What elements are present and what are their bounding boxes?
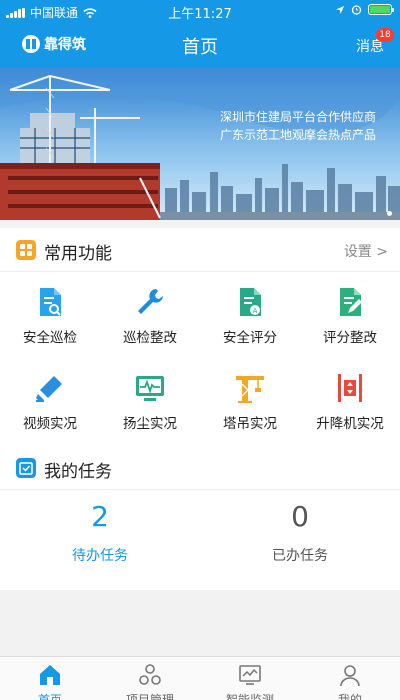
function-safety-score[interactable]: A 安全评分 <box>200 276 300 360</box>
my-tasks-section: 我的任务 2 待办任务 0 已办任务 <box>0 446 400 590</box>
elevator-icon <box>338 374 362 402</box>
function-dust-live[interactable]: 扬尘实况 <box>100 362 200 446</box>
tab-home[interactable]: 首页 <box>0 657 100 700</box>
monitor-wave-icon <box>136 376 164 401</box>
tab-project-management[interactable]: 项目管理 <box>100 657 200 700</box>
function-elevator-live[interactable]: 升降机实况 <box>300 362 400 446</box>
grid-apps-icon <box>16 240 36 260</box>
document-edit-icon <box>340 288 362 316</box>
banner-line-2: 广东示范工地观摩会热点产品 <box>219 128 376 142</box>
function-label: 扬尘实况 <box>123 416 177 432</box>
top-navigation-bar: 靠得筑 首页 消息 18 <box>0 22 400 68</box>
status-right <box>335 4 394 15</box>
pending-label: 待办任务 <box>72 548 128 564</box>
banner-dot-active <box>387 211 392 216</box>
function-video-live[interactable]: 视频实况 <box>0 362 100 446</box>
tab-label: 我的 <box>337 693 362 700</box>
banner-image <box>0 68 400 220</box>
function-label: 塔吊实况 <box>223 416 277 432</box>
section-title: 常用功能 <box>44 244 112 264</box>
svg-text:A: A <box>253 307 258 315</box>
pending-tasks[interactable]: 2 待办任务 <box>0 490 200 590</box>
status-bar: 中国联通 上午11:27 <box>0 0 400 22</box>
function-label: 评分整改 <box>323 330 377 346</box>
done-label: 已办任务 <box>272 548 328 564</box>
common-functions-section: 常用功能 设置 > 安全巡检 巡检整改 A 安全评分 评分整改 视频实况 扬尘实… <box>0 228 400 452</box>
document-score-icon: A <box>240 288 261 316</box>
completed-tasks[interactable]: 0 已办任务 <box>200 490 400 590</box>
banner-line-1: 深圳市住建局平台合作供应商 <box>219 110 376 124</box>
function-label: 安全评分 <box>223 330 277 346</box>
function-inspection-rectify[interactable]: 巡检整改 <box>100 276 200 360</box>
function-label: 巡检整改 <box>123 330 177 346</box>
task-summary: 2 待办任务 0 已办任务 <box>0 490 400 590</box>
done-count: 0 <box>291 500 309 533</box>
section-title: 我的任务 <box>44 462 112 482</box>
function-label: 升降机实况 <box>316 416 384 432</box>
task-check-icon <box>16 458 36 478</box>
banner-caption: 深圳市住建局平台合作供应商 广东示范工地观摩会热点产品 <box>220 108 376 144</box>
tab-mine[interactable]: 我的 <box>300 657 400 700</box>
page-title: 首页 <box>182 37 218 58</box>
camera-icon <box>36 376 62 402</box>
tab-label: 智能监测 <box>225 693 274 700</box>
battery-icon <box>368 4 394 15</box>
tab-smart-monitoring[interactable]: 智能监测 <box>200 657 300 700</box>
nodes-icon <box>139 664 161 685</box>
function-label: 视频实况 <box>23 416 77 432</box>
function-tower-crane-live[interactable]: 塔吊实况 <box>200 362 300 446</box>
function-grid: 安全巡检 巡检整改 A 安全评分 评分整改 视频实况 扬尘实况 塔吊实况 升降机… <box>0 272 400 452</box>
alarm-clock-icon <box>351 5 362 15</box>
document-search-icon <box>40 288 61 316</box>
location-arrow-icon <box>336 5 344 14</box>
bottom-tab-bar: 首页 项目管理 智能监测 我的 <box>0 656 400 700</box>
app-screen: 中国联通 上午11:27 靠得筑 首页 消息 18 深圳市住建局平台合作供应商 … <box>0 0 400 700</box>
user-icon <box>340 665 360 687</box>
settings-link[interactable]: 设置 > <box>344 241 388 261</box>
function-label: 安全巡检 <box>23 330 77 346</box>
function-safety-inspection[interactable]: 安全巡检 <box>0 276 100 360</box>
pending-count: 2 <box>91 500 109 533</box>
monitor-chart-icon <box>239 665 261 685</box>
tab-label: 首页 <box>37 693 62 700</box>
wrench-icon <box>138 289 163 314</box>
messages-badge: 18 <box>376 28 394 42</box>
my-tasks-header: 我的任务 <box>0 446 400 490</box>
banner-pagination <box>387 211 392 216</box>
tower-crane-icon <box>236 376 264 403</box>
function-score-rectify[interactable]: 评分整改 <box>300 276 400 360</box>
home-icon <box>40 665 60 685</box>
promo-banner[interactable]: 深圳市住建局平台合作供应商 广东示范工地观摩会热点产品 <box>0 68 400 220</box>
tab-label: 项目管理 <box>125 693 174 700</box>
messages-button[interactable]: 消息 18 <box>356 28 394 56</box>
common-functions-header: 常用功能 设置 > <box>0 228 400 272</box>
